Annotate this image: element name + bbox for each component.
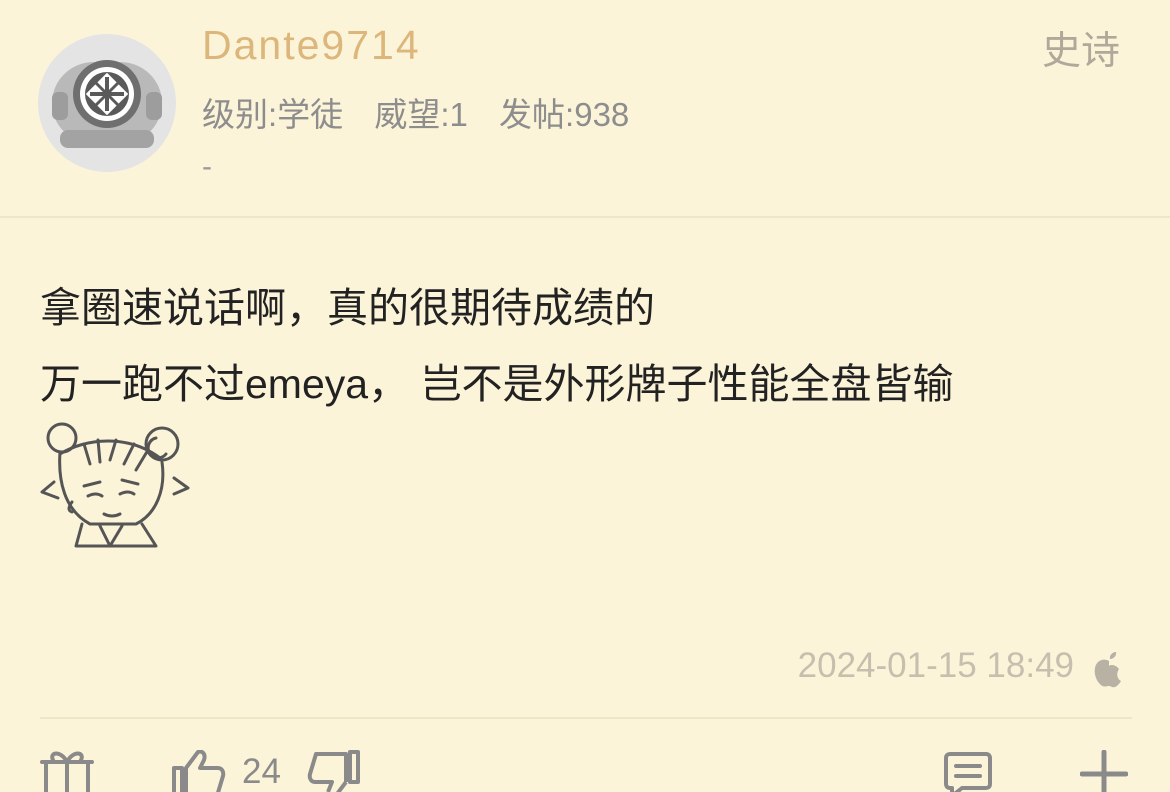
post-content: 拿圈速说话啊，真的很期待成绩的 万一跑不过emeya， 岂不是外形牌子性能全盘皆… [40, 270, 953, 422]
footer-divider [40, 717, 1132, 719]
username[interactable]: Dante9714 [202, 22, 421, 69]
user-stats: 级别:学徒 威望:1 发帖:938 [202, 88, 651, 136]
user-level: 级别:学徒 [202, 96, 344, 133]
gift-icon[interactable] [40, 750, 94, 792]
header-divider [0, 216, 1170, 218]
plus-icon[interactable] [1080, 750, 1128, 792]
post-line-2: 万一跑不过emeya， 岂不是外形牌子性能全盘皆输 [40, 361, 954, 407]
diving-helmet-icon [38, 34, 176, 172]
user-signature: - [202, 150, 212, 183]
user-avatar[interactable] [38, 34, 176, 172]
floor-label: 史诗 [1041, 30, 1120, 73]
post-timestamp: 2024-01-15 18:49 [797, 646, 1074, 685]
apple-icon [1094, 652, 1121, 688]
comment-icon[interactable] [944, 750, 992, 792]
thumbs-up-icon[interactable] [170, 750, 226, 792]
post-line-1: 拿圈速说话啊，真的很期待成绩的 [40, 285, 655, 331]
sticker-image[interactable] [38, 418, 194, 552]
user-post-count: 发帖:938 [499, 96, 630, 133]
thumbs-down-icon[interactable] [306, 750, 362, 792]
like-count: 24 [242, 752, 281, 791]
user-prestige: 威望:1 [374, 96, 468, 133]
